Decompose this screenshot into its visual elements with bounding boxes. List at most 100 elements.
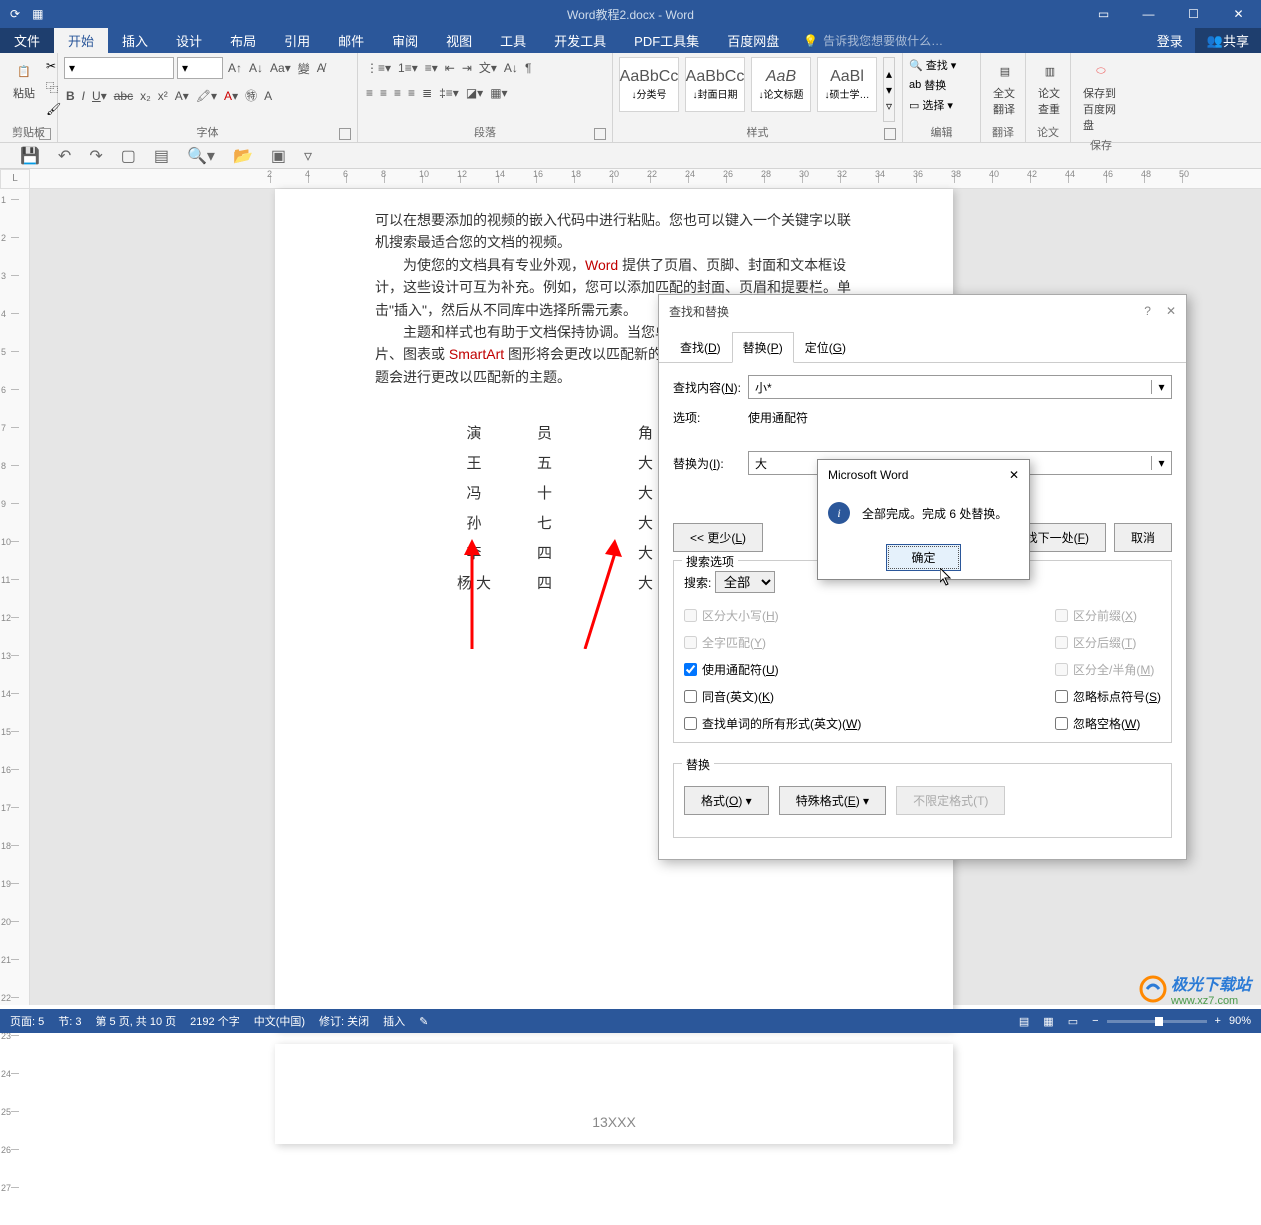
- maximize-button[interactable]: ☐: [1171, 0, 1216, 28]
- tab-home[interactable]: 开始: [54, 28, 108, 53]
- line-spacing-icon[interactable]: ‡≡▾: [437, 84, 461, 102]
- tab-dev[interactable]: 开发工具: [540, 28, 620, 53]
- preview-icon[interactable]: 🔍▾: [187, 146, 215, 166]
- align-center-icon[interactable]: ≡: [378, 84, 389, 102]
- autosave-icon[interactable]: ⟳: [10, 7, 20, 21]
- chevron-down-icon[interactable]: ▾: [1151, 380, 1171, 394]
- share-button[interactable]: 👥 共享: [1195, 28, 1261, 53]
- grow-font-icon[interactable]: A↑: [226, 59, 244, 77]
- shrink-font-icon[interactable]: A↓: [247, 59, 265, 77]
- less-button[interactable]: << 更少(L): [673, 523, 763, 552]
- view-print-icon[interactable]: ▦: [1043, 1015, 1053, 1028]
- tab-replace[interactable]: 替换(P): [732, 332, 794, 363]
- highlight-icon[interactable]: 🖍▾: [194, 87, 219, 105]
- align-left-icon[interactable]: ≡: [364, 84, 375, 102]
- login-button[interactable]: 登录: [1145, 28, 1195, 53]
- font-name-input[interactable]: ▾: [64, 57, 174, 79]
- search-direction-select[interactable]: 全部: [715, 571, 775, 593]
- tab-insert[interactable]: 插入: [108, 28, 162, 53]
- chk-wildcards[interactable]: 使用通配符(U): [684, 661, 861, 678]
- italic-icon[interactable]: I: [80, 87, 87, 105]
- tab-design[interactable]: 设计: [162, 28, 216, 53]
- multilevel-icon[interactable]: ≡▾: [423, 59, 440, 77]
- style-item[interactable]: AaBbCc↓分类号: [619, 57, 679, 112]
- launcher-icon[interactable]: [39, 128, 51, 140]
- change-case-icon[interactable]: Aa▾: [268, 59, 293, 77]
- translate-button[interactable]: ▤全文翻译: [987, 57, 1023, 119]
- subscript-icon[interactable]: x₂: [138, 87, 153, 105]
- close-button[interactable]: ✕: [1216, 0, 1261, 28]
- cancel-button[interactable]: 取消: [1114, 523, 1172, 552]
- launcher-icon[interactable]: [884, 128, 896, 140]
- tab-goto[interactable]: 定位(G): [794, 332, 857, 363]
- tab-baidu[interactable]: 百度网盘: [713, 28, 793, 53]
- styles-more-icon[interactable]: ▿: [886, 99, 892, 113]
- sort-icon[interactable]: A↓: [502, 59, 520, 77]
- close-icon[interactable]: ✕: [1009, 468, 1019, 482]
- distribute-icon[interactable]: ≣: [420, 84, 434, 102]
- underline-icon[interactable]: U▾: [90, 87, 109, 105]
- strike-icon[interactable]: abc: [112, 87, 135, 105]
- styles-down-icon[interactable]: ▾: [886, 83, 892, 97]
- replace-button[interactable]: ab替换: [909, 77, 956, 93]
- zoom-out-icon[interactable]: −: [1092, 1015, 1098, 1027]
- chk-sounds-like[interactable]: 同音(英文)(K): [684, 688, 861, 705]
- lunwen-button[interactable]: ▥论文查重: [1032, 57, 1068, 119]
- borders-icon[interactable]: ▦▾: [488, 84, 509, 102]
- dialog-titlebar[interactable]: 查找和替换 ? ✕: [659, 295, 1186, 327]
- view-web-icon[interactable]: ▭: [1068, 1015, 1078, 1028]
- zoom-level[interactable]: 90%: [1229, 1015, 1251, 1027]
- bold-icon[interactable]: B: [64, 87, 77, 105]
- status-words[interactable]: 2192 个字: [190, 1013, 240, 1029]
- status-insert[interactable]: 插入: [383, 1013, 405, 1029]
- justify-icon[interactable]: ≡: [406, 84, 417, 102]
- tab-mail[interactable]: 邮件: [324, 28, 378, 53]
- redo-icon[interactable]: ↷: [89, 146, 102, 166]
- superscript-icon[interactable]: x²: [156, 87, 170, 105]
- open-icon[interactable]: 📂: [233, 146, 253, 166]
- new-icon[interactable]: ▢: [121, 146, 136, 166]
- tab-references[interactable]: 引用: [270, 28, 324, 53]
- ok-button[interactable]: 确定: [886, 544, 960, 571]
- zoom-in-icon[interactable]: +: [1215, 1015, 1221, 1027]
- chk-word-forms[interactable]: 查找单词的所有形式(英文)(W): [684, 715, 861, 732]
- asian-layout-icon[interactable]: 文▾: [477, 57, 499, 78]
- bullets-icon[interactable]: ⋮≡▾: [364, 59, 393, 77]
- launcher-icon[interactable]: [594, 128, 606, 140]
- horizontal-ruler[interactable]: 2468101214161820222426283032343638404244…: [30, 169, 1261, 189]
- format-button[interactable]: 格式(O) ▾: [684, 786, 769, 815]
- numbering-icon[interactable]: 1≡▾: [396, 59, 420, 77]
- paste-button[interactable]: 📋 粘贴: [6, 57, 42, 103]
- chk-ignore-space[interactable]: 忽略空格(W): [1055, 715, 1161, 732]
- special-button[interactable]: 特殊格式(E) ▾: [779, 786, 886, 815]
- chevron-down-icon[interactable]: ▾: [1151, 456, 1171, 470]
- font-size-input[interactable]: ▾: [177, 57, 223, 79]
- tab-view[interactable]: 视图: [432, 28, 486, 53]
- showmarks-icon[interactable]: ¶: [523, 59, 533, 77]
- find-button[interactable]: 🔍查找▾: [909, 57, 956, 73]
- minimize-button[interactable]: —: [1126, 0, 1171, 28]
- clear-format-icon[interactable]: A̸: [315, 59, 327, 77]
- help-icon[interactable]: ?: [1144, 304, 1151, 318]
- tab-layout[interactable]: 布局: [216, 28, 270, 53]
- close-doc-icon[interactable]: ▣: [271, 146, 286, 166]
- close-icon[interactable]: ✕: [1166, 304, 1176, 318]
- status-track[interactable]: 修订: 关闭: [319, 1013, 369, 1029]
- style-item[interactable]: AaB↓论文标题: [751, 57, 811, 112]
- tab-file[interactable]: 文件: [0, 28, 54, 53]
- baidu-save-button[interactable]: ⬭保存到百度网盘: [1077, 57, 1125, 135]
- align-right-icon[interactable]: ≡: [392, 84, 403, 102]
- msgbox-titlebar[interactable]: Microsoft Word ✕: [818, 460, 1029, 490]
- status-section[interactable]: 节: 3: [58, 1013, 81, 1029]
- tab-find[interactable]: 查找(D): [669, 332, 732, 363]
- styles-up-icon[interactable]: ▴: [886, 67, 892, 81]
- style-item[interactable]: AaBbCc↓封面日期: [685, 57, 745, 112]
- char-border-icon[interactable]: A: [262, 87, 274, 105]
- more-icon[interactable]: ▿: [304, 146, 312, 166]
- inc-indent-icon[interactable]: ⇥: [460, 59, 474, 77]
- font-color-icon[interactable]: A▾: [222, 87, 240, 105]
- enclose-icon[interactable]: ㊕: [243, 85, 259, 106]
- status-pages[interactable]: 第 5 页, 共 10 页: [95, 1013, 176, 1029]
- save-icon[interactable]: 💾: [20, 146, 40, 166]
- select-button[interactable]: ▭选择▾: [909, 97, 956, 113]
